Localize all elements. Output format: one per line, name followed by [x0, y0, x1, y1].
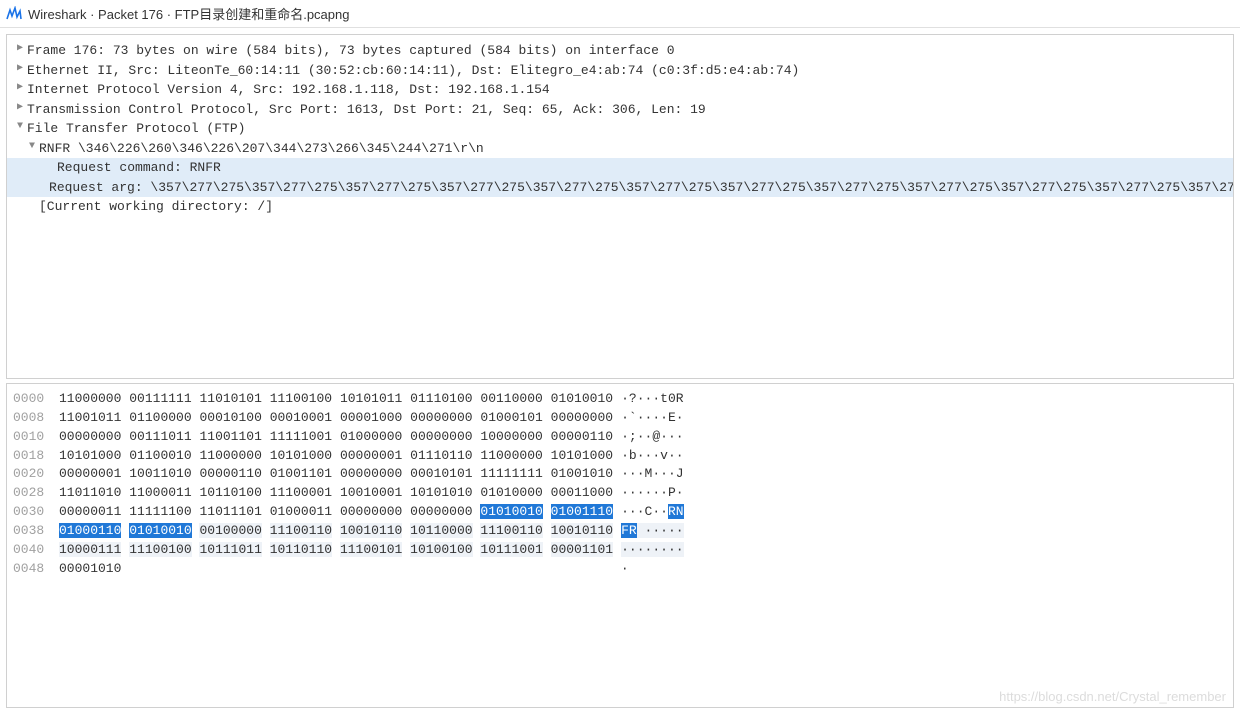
- hex-offset: 0038: [13, 522, 59, 541]
- tree-row-rnfr[interactable]: ▼ RNFR \346\226\260\346\226\207\344\273\…: [7, 139, 1233, 159]
- wireshark-icon: [6, 6, 22, 22]
- hex-row[interactable]: 001810101000 01100010 11000000 10101000 …: [7, 447, 1233, 466]
- hex-row[interactable]: 004010000111 11100100 10111011 10110110 …: [7, 541, 1233, 560]
- tree-row-ftp[interactable]: ▼ File Transfer Protocol (FTP): [7, 119, 1233, 139]
- expand-icon[interactable]: ▶: [13, 80, 27, 95]
- hex-bytes[interactable]: 11001011 01100000 00010100 00010001 0000…: [59, 409, 613, 428]
- hex-bytes[interactable]: 00000000 00111011 11001101 11111001 0100…: [59, 428, 613, 447]
- hex-ascii[interactable]: FR ·····: [613, 522, 684, 541]
- collapse-icon[interactable]: ▼: [25, 139, 39, 154]
- hex-ascii[interactable]: ·;··@···: [613, 428, 684, 447]
- titlebar: Wireshark · Packet 176 · FTP目录创建和重命名.pca…: [0, 0, 1240, 28]
- packet-details-tree[interactable]: ▶ Frame 176: 73 bytes on wire (584 bits)…: [6, 34, 1234, 379]
- hex-offset: 0018: [13, 447, 59, 466]
- hex-ascii[interactable]: ···C··RN: [613, 503, 684, 522]
- window-title: Wireshark · Packet 176 · FTP目录创建和重命名.pca…: [28, 4, 349, 23]
- hex-offset: 0008: [13, 409, 59, 428]
- hex-bytes[interactable]: 10101000 01100010 11000000 10101000 0000…: [59, 447, 613, 466]
- tree-row-request-command[interactable]: · Request command: RNFR: [7, 158, 1233, 178]
- hex-ascii[interactable]: ·?···t0R: [613, 390, 684, 409]
- hex-row[interactable]: 000011000000 00111111 11010101 11100100 …: [7, 390, 1233, 409]
- packet-bytes-panel[interactable]: 000011000000 00111111 11010101 11100100 …: [6, 383, 1234, 708]
- hex-bytes[interactable]: 01000110 01010010 00100000 11100110 1001…: [59, 522, 613, 541]
- hex-row[interactable]: 001000000000 00111011 11001101 11111001 …: [7, 428, 1233, 447]
- tree-row-cwd[interactable]: · [Current working directory: /]: [7, 197, 1233, 217]
- hex-ascii[interactable]: ······P·: [613, 484, 684, 503]
- hex-offset: 0020: [13, 465, 59, 484]
- hex-offset: 0028: [13, 484, 59, 503]
- tree-row-frame[interactable]: ▶ Frame 176: 73 bytes on wire (584 bits)…: [7, 41, 1233, 61]
- tree-row-request-arg[interactable]: · Request arg: \357\277\275\357\277\275\…: [7, 178, 1233, 198]
- hex-bytes[interactable]: 00001010: [59, 560, 613, 579]
- hex-offset: 0000: [13, 390, 59, 409]
- hex-bytes[interactable]: 11000000 00111111 11010101 11100100 1010…: [59, 390, 613, 409]
- hex-ascii[interactable]: ········: [613, 541, 684, 560]
- hex-offset: 0010: [13, 428, 59, 447]
- hex-bytes[interactable]: 11011010 11000011 10110100 11100001 1001…: [59, 484, 613, 503]
- tree-row-tcp[interactable]: ▶ Transmission Control Protocol, Src Por…: [7, 100, 1233, 120]
- hex-offset: 0048: [13, 560, 59, 579]
- expand-icon[interactable]: ▶: [13, 41, 27, 56]
- hex-offset: 0030: [13, 503, 59, 522]
- tree-row-ethernet[interactable]: ▶ Ethernet II, Src: LiteonTe_60:14:11 (3…: [7, 61, 1233, 81]
- tree-row-ip[interactable]: ▶ Internet Protocol Version 4, Src: 192.…: [7, 80, 1233, 100]
- hex-row[interactable]: 000811001011 01100000 00010100 00010001 …: [7, 409, 1233, 428]
- expand-icon[interactable]: ▶: [13, 61, 27, 76]
- hex-ascii[interactable]: ·b···v··: [613, 447, 684, 466]
- hex-ascii[interactable]: ·`····E·: [613, 409, 684, 428]
- hex-ascii[interactable]: ·: [613, 560, 629, 579]
- expand-icon[interactable]: ▶: [13, 100, 27, 115]
- hex-row[interactable]: 003801000110 01010010 00100000 11100110 …: [7, 522, 1233, 541]
- hex-row[interactable]: 004800001010 ·: [7, 560, 1233, 579]
- hex-row[interactable]: 003000000011 11111100 11011101 01000011 …: [7, 503, 1233, 522]
- collapse-icon[interactable]: ▼: [13, 119, 27, 134]
- hex-ascii[interactable]: ···M···J: [613, 465, 684, 484]
- hex-row[interactable]: 002000000001 10011010 00000110 01001101 …: [7, 465, 1233, 484]
- hex-bytes[interactable]: 00000011 11111100 11011101 01000011 0000…: [59, 503, 613, 522]
- hex-offset: 0040: [13, 541, 59, 560]
- hex-row[interactable]: 002811011010 11000011 10110100 11100001 …: [7, 484, 1233, 503]
- hex-bytes[interactable]: 10000111 11100100 10111011 10110110 1110…: [59, 541, 613, 560]
- hex-bytes[interactable]: 00000001 10011010 00000110 01001101 0000…: [59, 465, 613, 484]
